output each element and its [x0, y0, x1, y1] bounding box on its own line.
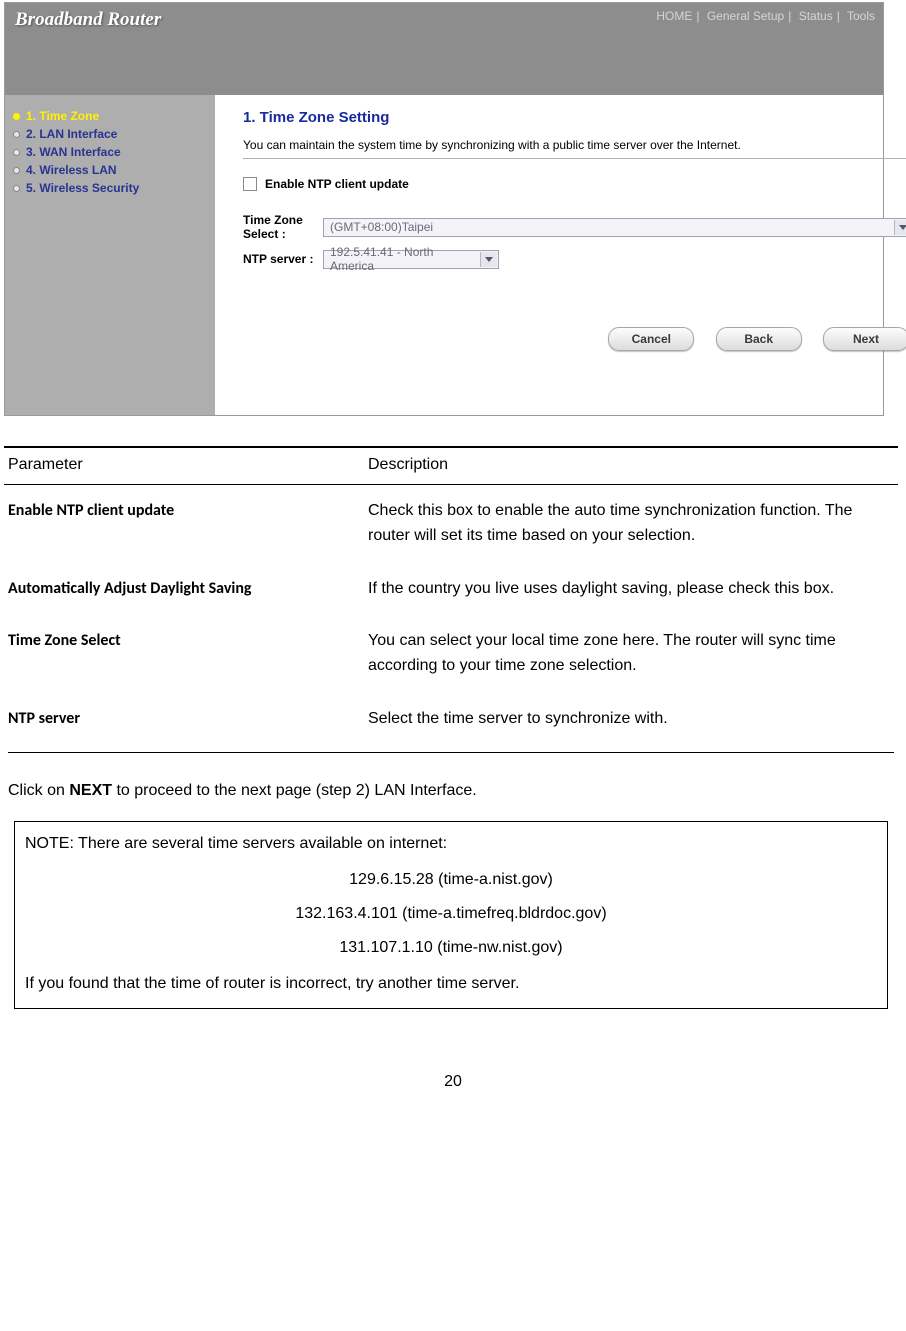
table-row: Enable NTP client update Check this box … — [4, 485, 898, 563]
bullet-icon — [13, 131, 20, 138]
sidebar-item-label: 5. Wireless Security — [26, 181, 139, 195]
enable-ntp-label: Enable NTP client update — [265, 177, 409, 191]
sidebar-item-label: 1. Time Zone — [26, 109, 99, 123]
note-server: 131.107.1.10 (time-nw.nist.gov) — [25, 936, 877, 960]
note-servers: 129.6.15.28 (time-a.nist.gov) 132.163.4.… — [25, 868, 877, 960]
bullet-icon — [13, 149, 20, 156]
enable-ntp-checkbox[interactable] — [243, 177, 257, 191]
divider — [8, 752, 894, 753]
sidebar-item-lan-interface[interactable]: 2. LAN Interface — [13, 127, 207, 141]
param-desc: Select the time server to synchronize wi… — [364, 693, 898, 752]
note-box: NOTE: There are several time servers ava… — [14, 821, 888, 1009]
nav-status[interactable]: Status — [799, 9, 833, 23]
bullet-active-icon — [13, 113, 20, 120]
instruction-pre: Click on — [8, 782, 69, 799]
bullet-icon — [13, 185, 20, 192]
main-panel: 1. Time Zone Setting You can maintain th… — [215, 95, 906, 415]
sidebar: 1. Time Zone 2. LAN Interface 3. WAN Int… — [5, 95, 215, 415]
table-row: Time Zone Select You can select your loc… — [4, 615, 898, 693]
timezone-select[interactable]: (GMT+08:00)Taipei — [323, 218, 906, 237]
note-title: NOTE: There are several time servers ava… — [25, 832, 877, 856]
divider — [243, 158, 906, 159]
instruction-post: to proceed to the next page (step 2) LAN… — [112, 782, 477, 799]
param-name: Automatically Adjust Daylight Saving — [4, 563, 364, 616]
sidebar-item-label: 4. Wireless LAN — [26, 163, 117, 177]
documentation: Parameter Description Enable NTP client … — [0, 446, 906, 1009]
chevron-down-icon — [480, 252, 497, 267]
instruction-text: Click on NEXT to proceed to the next pag… — [8, 779, 894, 803]
param-desc: You can select your local time zone here… — [364, 615, 898, 693]
nav-general-setup[interactable]: General Setup — [707, 9, 784, 23]
next-button[interactable]: Next — [823, 327, 906, 351]
timezone-label: Time Zone Select : — [243, 213, 323, 242]
bullet-icon — [13, 167, 20, 174]
sidebar-item-wireless-security[interactable]: 5. Wireless Security — [13, 181, 207, 195]
desc-header: Description — [364, 447, 898, 485]
back-button[interactable]: Back — [716, 327, 802, 351]
sidebar-item-label: 2. LAN Interface — [26, 127, 117, 141]
param-name: Time Zone Select — [4, 615, 364, 693]
nav-home[interactable]: HOME — [656, 9, 692, 23]
ntp-server-label: NTP server : — [243, 252, 323, 266]
param-header: Parameter — [4, 447, 364, 485]
param-desc: If the country you live uses daylight sa… — [364, 563, 898, 616]
timezone-select-value: (GMT+08:00)Taipei — [330, 220, 433, 234]
note-server: 132.163.4.101 (time-a.timefreq.bldrdoc.g… — [25, 902, 877, 926]
router-header: Broadband Router HOME| General Setup| St… — [5, 3, 883, 95]
sidebar-item-wireless-lan[interactable]: 4. Wireless LAN — [13, 163, 207, 177]
page-number: 20 — [0, 1073, 906, 1111]
chevron-down-icon — [894, 220, 906, 235]
router-title: Broadband Router — [15, 9, 161, 31]
note-server: 129.6.15.28 (time-a.nist.gov) — [25, 868, 877, 892]
panel-description: You can maintain the system time by sync… — [243, 138, 906, 152]
cancel-button[interactable]: Cancel — [608, 327, 694, 351]
sidebar-item-label: 3. WAN Interface — [26, 145, 121, 159]
ntp-server-select[interactable]: 192.5.41.41 - North America — [323, 250, 499, 269]
sidebar-item-wan-interface[interactable]: 3. WAN Interface — [13, 145, 207, 159]
table-row: Automatically Adjust Daylight Saving If … — [4, 563, 898, 616]
param-desc: Check this box to enable the auto time s… — [364, 485, 898, 563]
instruction-bold: NEXT — [69, 782, 112, 799]
table-row: NTP server Select the time server to syn… — [4, 693, 898, 752]
sidebar-item-time-zone[interactable]: 1. Time Zone — [13, 109, 207, 123]
nav-tools[interactable]: Tools — [847, 9, 875, 23]
param-name: NTP server — [4, 693, 364, 752]
router-nav: HOME| General Setup| Status| Tools — [656, 9, 875, 23]
panel-heading: 1. Time Zone Setting — [243, 109, 906, 126]
router-screenshot: Broadband Router HOME| General Setup| St… — [4, 2, 884, 416]
ntp-server-select-value: 192.5.41.41 - North America — [330, 245, 476, 273]
button-row: Cancel Back Next — [243, 327, 906, 351]
note-footer: If you found that the time of router is … — [25, 972, 877, 996]
param-name: Enable NTP client update — [4, 485, 364, 563]
parameter-table: Parameter Description Enable NTP client … — [4, 446, 898, 752]
